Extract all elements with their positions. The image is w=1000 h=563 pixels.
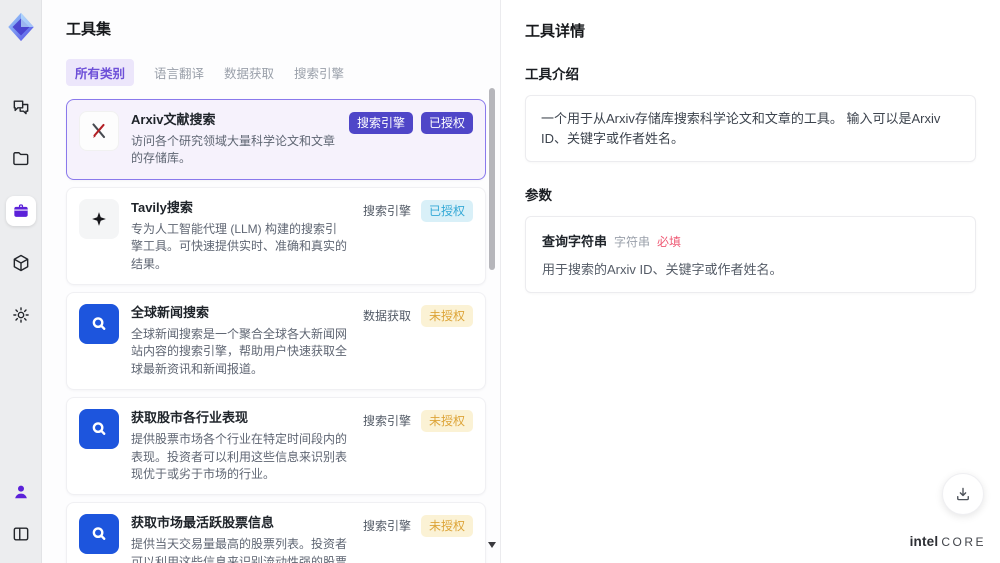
tab-search-engine[interactable]: 搜索引擎: [294, 59, 344, 86]
brand-intel-text: intel: [909, 534, 939, 549]
search-app-logo-icon: [79, 303, 119, 344]
chat-icon: [13, 100, 28, 115]
tab-all-categories[interactable]: 所有类别: [66, 59, 135, 86]
intro-heading: 工具介绍: [525, 67, 579, 82]
tool-title: 获取股市各行业表现: [131, 410, 249, 426]
download-button[interactable]: [942, 473, 984, 515]
detail-title: 工具详情: [525, 23, 586, 40]
folder-icon: [12, 152, 28, 166]
tavily-logo-icon: [79, 198, 119, 239]
app-window: 工具集 所有类别 语言翻译 数据获取 搜索引擎 Arxiv文献搜索 访问各个研究…: [0, 0, 1000, 563]
intel-core-logo: intel core: [910, 534, 986, 549]
auth-status-badge: 未授权: [420, 410, 473, 433]
tool-card-global-news[interactable]: 全球新闻搜索 全球新闻搜索是一个聚合全球各大新闻网站内容的搜索引擎，帮助用户快速…: [66, 291, 486, 391]
tool-description: 提供当天交易量最高的股票列表。投资者可以利用这些信息来识别流动性强的股票和潜在的…: [131, 537, 348, 563]
tool-card-tavily[interactable]: Tavily搜索 专为人工智能代理 (LLM) 构建的搜索引擎工具。可快速提供实…: [66, 186, 486, 285]
parameter-type: 字符串: [614, 235, 651, 249]
tab-data-fetching[interactable]: 数据获取: [224, 59, 274, 86]
tool-title: 获取市场最活跃股票信息: [131, 515, 275, 531]
cube-icon: [13, 254, 28, 272]
gear-icon: [12, 307, 29, 323]
parameter-required-flag: 必填: [657, 235, 682, 249]
scrollbar-thumb[interactable]: [489, 88, 495, 270]
tool-description: 提供股票市场各个行业在特定时间段内的表现。投资者可以利用这些信息来识别表现优于或…: [131, 432, 348, 481]
tool-description: 专为人工智能代理 (LLM) 构建的搜索引擎工具。可快速提供实时、准确和真实的结…: [131, 221, 348, 271]
tools-nav-button[interactable]: [5, 196, 36, 226]
tool-card-list: Arxiv文献搜索 访问各个研究领域大量科学论文和文章的存储库。 搜索引擎 已授…: [66, 99, 486, 563]
scrollbar-down-arrow-icon[interactable]: [488, 542, 496, 548]
tool-title: Tavily搜索: [131, 199, 193, 215]
tool-title: Arxiv文献搜索: [131, 112, 216, 127]
tool-description: 访问各个研究领域大量科学论文和文章的存储库。: [131, 134, 336, 166]
category-tabs: 所有类别 语言翻译 数据获取 搜索引擎: [66, 59, 474, 86]
user-icon: [14, 485, 27, 499]
toggle-panel-button[interactable]: [6, 519, 36, 549]
tab-language-translation[interactable]: 语言翻译: [154, 59, 204, 86]
download-icon: [957, 487, 969, 501]
parameter-description: 用于搜索的Arxiv ID、关键字或作者姓名。: [542, 262, 783, 277]
packages-nav-button[interactable]: [6, 248, 36, 278]
auth-status-badge: 未授权: [420, 515, 473, 538]
search-app-logo-icon: [79, 514, 119, 555]
parameter-item: 查询字符串 字符串 必填 用于搜索的Arxiv ID、关键字或作者姓名。: [525, 216, 976, 293]
tool-title: 全球新闻搜索: [131, 304, 210, 320]
tool-description: 全球新闻搜索是一个聚合全球各大新闻网站内容的搜索引擎，帮助用户快速获取全球最新资…: [131, 326, 348, 376]
tool-list-panel: 工具集 所有类别 语言翻译 数据获取 搜索引擎 Arxiv文献搜索 访问各个研究…: [42, 0, 500, 563]
arxiv-logo-icon: [79, 111, 119, 151]
list-scrollbar[interactable]: [488, 84, 496, 550]
settings-nav-button[interactable]: [6, 300, 36, 330]
params-heading: 参数: [525, 188, 552, 203]
icon-rail: [0, 0, 42, 563]
auth-status-badge: 未授权: [420, 304, 473, 327]
rail-bottom: [6, 477, 36, 549]
chat-nav-button[interactable]: [6, 92, 36, 122]
briefcase-icon: [13, 204, 28, 217]
rail-nav: [5, 92, 36, 330]
tool-detail-panel: 工具详情 工具介绍 一个用于从Arxiv存储库搜索科学论文和文章的工具。 输入可…: [500, 0, 1000, 563]
auth-status-badge: 已授权: [420, 199, 473, 222]
category-badge: 搜索引擎: [362, 203, 411, 218]
category-badge: 搜索引擎: [348, 112, 413, 134]
page-title: 工具集: [66, 21, 112, 38]
panel-layout-icon: [13, 527, 28, 541]
account-button[interactable]: [6, 477, 36, 507]
category-badge: 搜索引擎: [362, 414, 411, 429]
app-logo-icon: [7, 12, 34, 42]
tool-card-stock-sectors[interactable]: 获取股市各行业表现 提供股票市场各个行业在特定时间段内的表现。投资者可以利用这些…: [66, 397, 486, 496]
files-nav-button[interactable]: [6, 144, 36, 174]
tool-card-active-stocks[interactable]: 获取市场最活跃股票信息 提供当天交易量最高的股票列表。投资者可以利用这些信息来识…: [66, 502, 486, 563]
auth-status-badge: 已授权: [420, 112, 473, 134]
category-badge: 搜索引擎: [362, 519, 411, 534]
parameter-name: 查询字符串: [542, 234, 608, 249]
brand-core-text: core: [941, 535, 986, 549]
intro-text: 一个用于从Arxiv存储库搜索科学论文和文章的工具。 输入可以是Arxiv ID…: [525, 95, 976, 162]
tool-card-arxiv[interactable]: Arxiv文献搜索 访问各个研究领域大量科学论文和文章的存储库。 搜索引擎 已授…: [66, 99, 486, 180]
category-badge: 数据获取: [362, 308, 411, 323]
search-app-logo-icon: [79, 409, 119, 450]
